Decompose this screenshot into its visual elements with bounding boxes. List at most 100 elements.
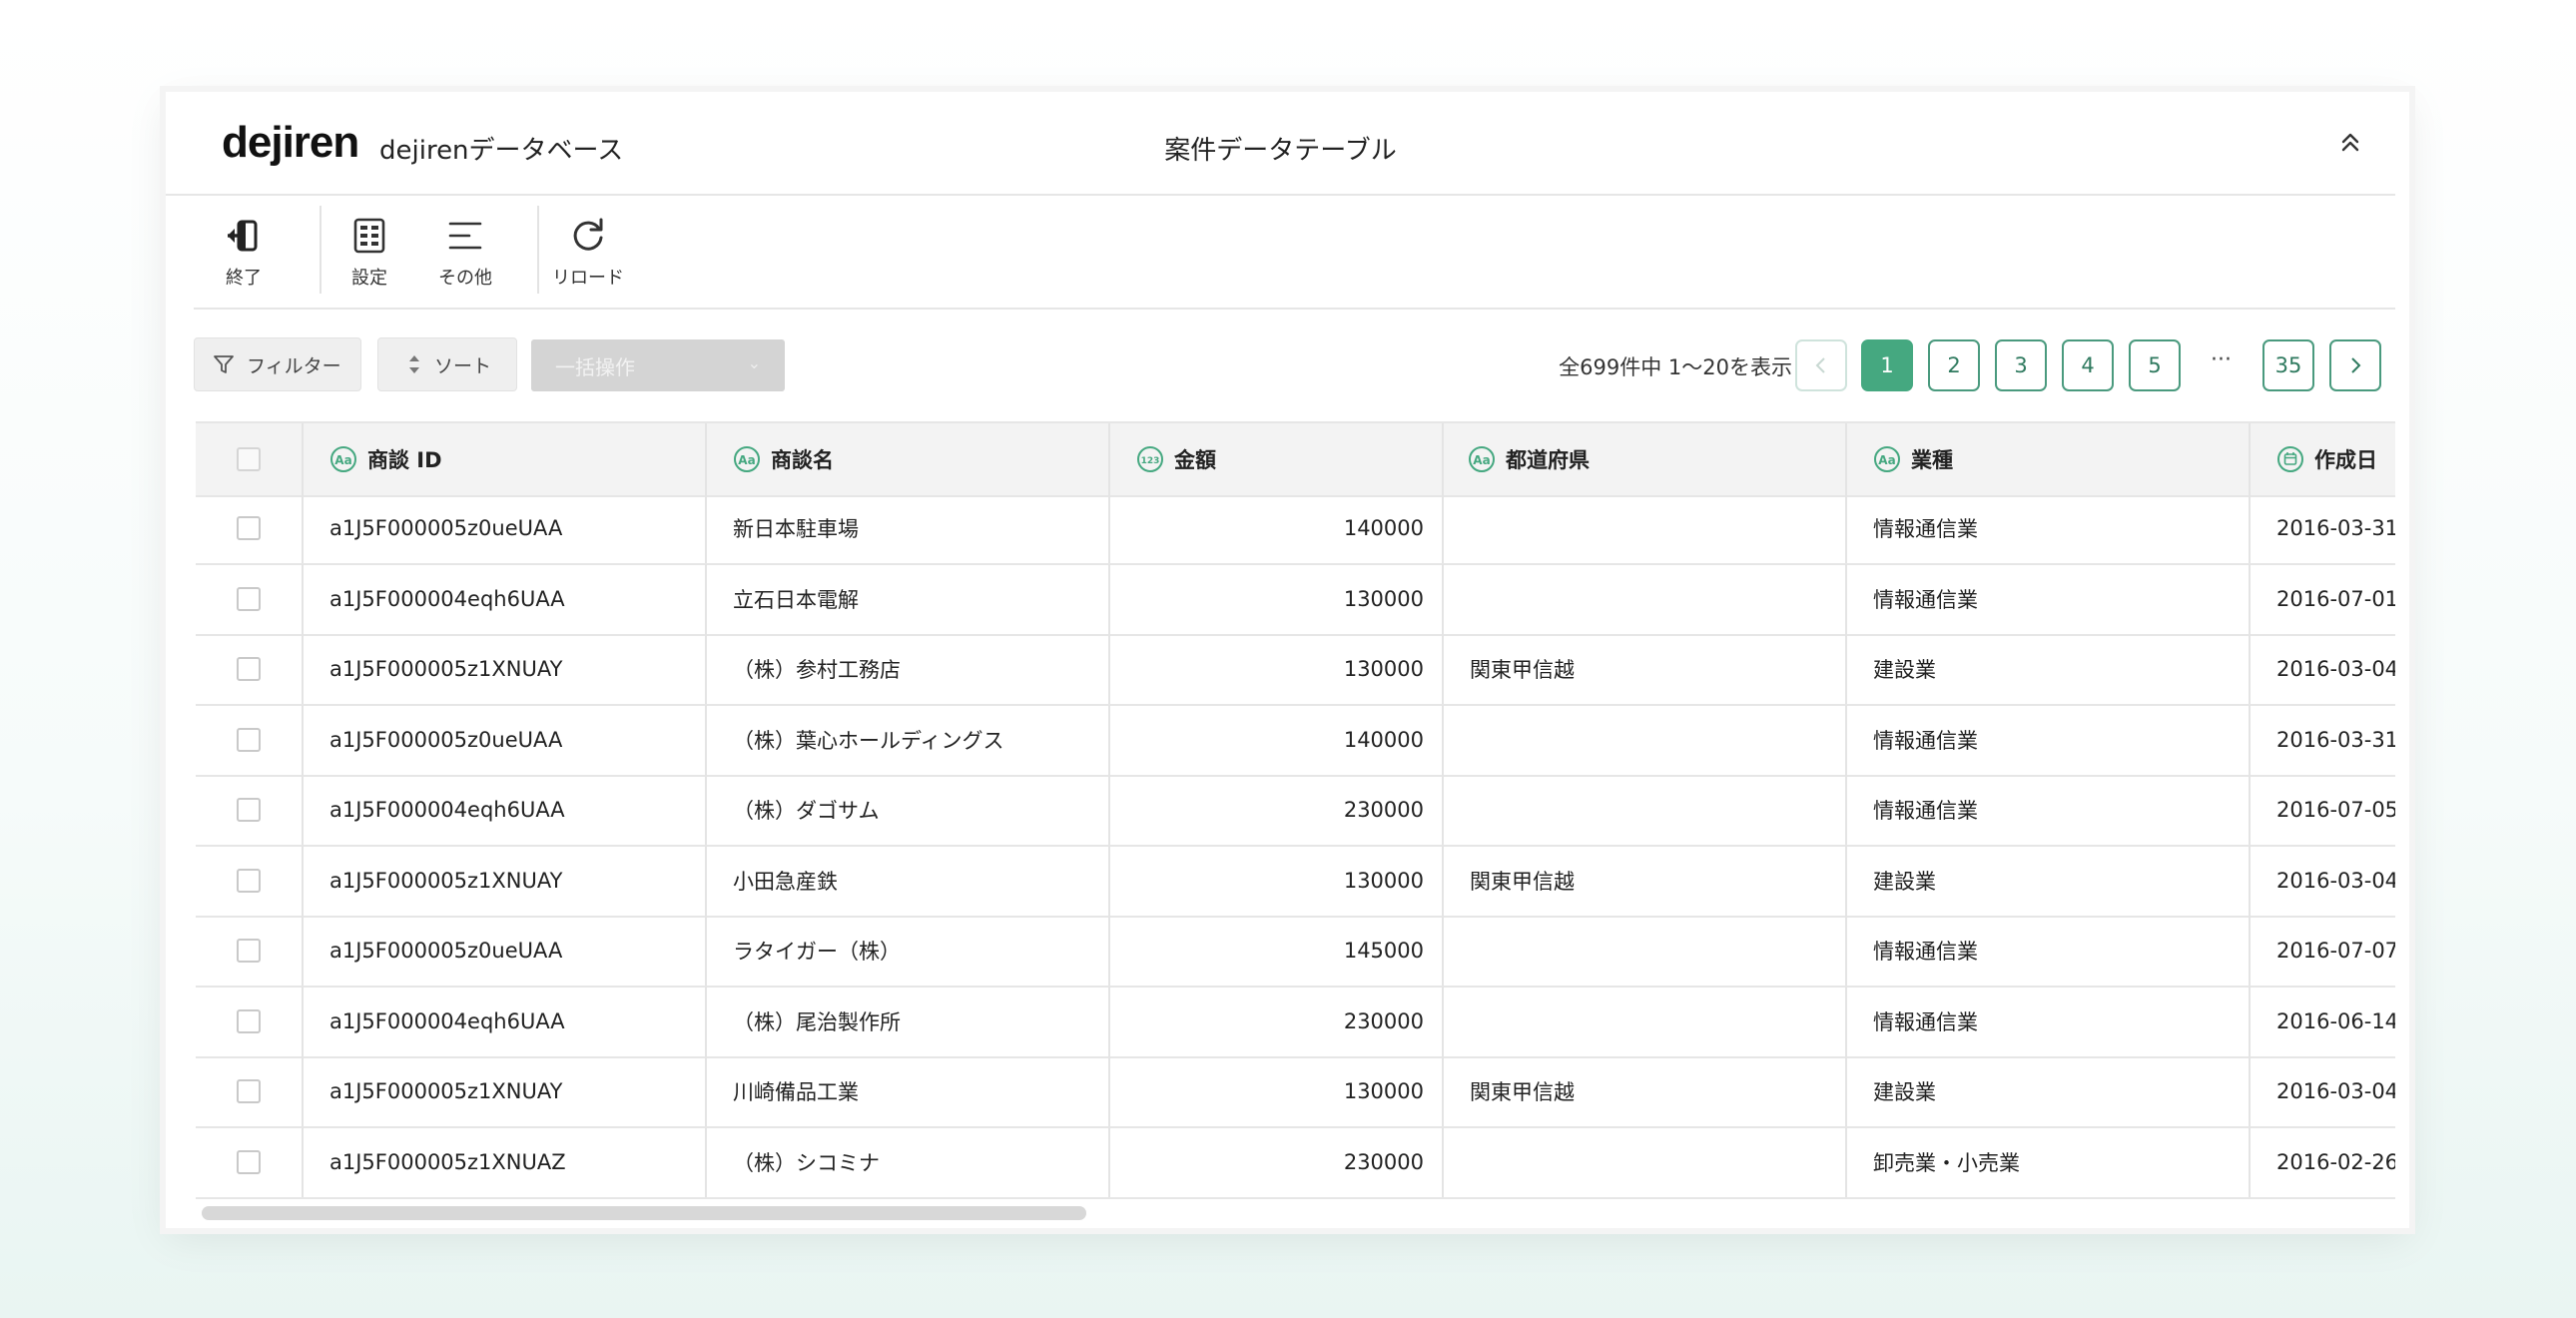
prev-page-button[interactable] — [1795, 339, 1847, 391]
column-header-prefecture[interactable]: Aa 都道府県 — [1442, 423, 1845, 495]
more-button[interactable]: その他 — [415, 214, 515, 290]
cell-deal-name[interactable]: 立石日本電解 — [705, 563, 1108, 634]
cell-amount[interactable]: 140000 — [1108, 493, 1442, 563]
row-checkbox[interactable] — [237, 1079, 261, 1103]
cell-created-date[interactable]: 2016-07-07 — [2249, 916, 2395, 986]
page-1-button[interactable]: 1 — [1861, 339, 1913, 391]
cell-deal-id[interactable]: a1J5F000005z0ueUAA — [302, 704, 705, 775]
row-checkbox[interactable] — [237, 516, 261, 540]
reload-button[interactable]: リロード — [538, 214, 638, 290]
page-last-button[interactable]: 35 — [2262, 339, 2314, 391]
row-checkbox[interactable] — [237, 727, 261, 752]
cell-deal-id[interactable]: a1J5F000005z1XNUAY — [302, 634, 705, 704]
cell-amount[interactable]: 230000 — [1108, 986, 1442, 1056]
cell-deal-id[interactable]: a1J5F000004eqh6UAA — [302, 775, 705, 845]
page-3-button[interactable]: 3 — [1995, 339, 2047, 391]
cell-created-date[interactable]: 2016-03-04 — [2249, 1056, 2395, 1126]
table-row[interactable]: a1J5F000005z0ueUAA 新日本駐車場 140000 情報通信業 2016-… — [196, 493, 2395, 565]
cell-deal-name[interactable]: （株）葉心ホールディングス — [705, 704, 1108, 775]
cell-deal-name[interactable]: （株）ダゴサム — [705, 775, 1108, 845]
horizontal-scrollbar[interactable] — [202, 1206, 1086, 1220]
cell-deal-id[interactable]: a1J5F000004eqh6UAA — [302, 986, 705, 1056]
column-header-industry[interactable]: Aa 業種 — [1845, 423, 2249, 495]
cell-deal-id[interactable]: a1J5F000005z0ueUAA — [302, 493, 705, 563]
row-checkbox[interactable] — [237, 1008, 261, 1033]
cell-prefecture[interactable]: 関東甲信越 — [1442, 634, 1845, 704]
table-row[interactable]: a1J5F000005z1XNUAY 小田急産鉄 130000 関東甲信越 建設業 201… — [196, 845, 2395, 918]
cell-deal-id[interactable]: a1J5F000004eqh6UAA — [302, 563, 705, 634]
cell-industry[interactable]: 情報通信業 — [1845, 704, 2249, 775]
collapse-icon[interactable] — [2335, 128, 2365, 158]
page-2-button[interactable]: 2 — [1928, 339, 1980, 391]
cell-amount[interactable]: 130000 — [1108, 845, 1442, 916]
cell-deal-name[interactable]: （株）シコミナ — [705, 1126, 1108, 1197]
table-row[interactable]: a1J5F000005z0ueUAA ラタイガー（株） 145000 情報通信業 201… — [196, 916, 2395, 988]
cell-created-date[interactable]: 2016-07-01 — [2249, 563, 2395, 634]
page-4-button[interactable]: 4 — [2062, 339, 2114, 391]
cell-prefecture[interactable]: 関東甲信越 — [1442, 1056, 1845, 1126]
row-checkbox[interactable] — [237, 939, 261, 963]
cell-amount[interactable]: 130000 — [1108, 563, 1442, 634]
table-row[interactable]: a1J5F000004eqh6UAA 立石日本電解 130000 情報通信業 2016-… — [196, 563, 2395, 636]
cell-created-date[interactable]: 2016-06-14 — [2249, 986, 2395, 1056]
table-row[interactable]: a1J5F000005z1XNUAY 川崎備品工業 130000 関東甲信越 建設業 20… — [196, 1056, 2395, 1128]
column-header-amount[interactable]: 123 金額 — [1108, 423, 1442, 495]
cell-created-date[interactable]: 2016-03-31 — [2249, 493, 2395, 563]
cell-deal-id[interactable]: a1J5F000005z1XNUAZ — [302, 1126, 705, 1197]
exit-button[interactable]: 終了 — [194, 214, 294, 290]
cell-industry[interactable]: 建設業 — [1845, 1056, 2249, 1126]
cell-created-date[interactable]: 2016-02-26 — [2249, 1126, 2395, 1197]
cell-created-date[interactable]: 2016-03-04 — [2249, 634, 2395, 704]
page-5-button[interactable]: 5 — [2129, 339, 2181, 391]
row-checkbox[interactable] — [237, 1149, 261, 1174]
select-all-checkbox[interactable] — [237, 447, 261, 471]
table-row[interactable]: a1J5F000005z1XNUAY （株）参村工務店 130000 関東甲信越 建設業… — [196, 634, 2395, 706]
cell-deal-id[interactable]: a1J5F000005z1XNUAY — [302, 845, 705, 916]
filter-button[interactable]: フィルター — [194, 337, 361, 391]
cell-industry[interactable]: 卸売業・小売業 — [1845, 1126, 2249, 1197]
cell-industry[interactable]: 情報通信業 — [1845, 493, 2249, 563]
cell-amount[interactable]: 140000 — [1108, 704, 1442, 775]
cell-prefecture[interactable] — [1442, 563, 1845, 634]
cell-prefecture[interactable] — [1442, 916, 1845, 986]
cell-prefecture[interactable] — [1442, 986, 1845, 1056]
next-page-button[interactable] — [2329, 339, 2381, 391]
row-checkbox[interactable] — [237, 657, 261, 681]
cell-amount[interactable]: 145000 — [1108, 916, 1442, 986]
cell-deal-name[interactable]: 新日本駐車場 — [705, 493, 1108, 563]
cell-deal-id[interactable]: a1J5F000005z1XNUAY — [302, 1056, 705, 1126]
cell-created-date[interactable]: 2016-07-05 — [2249, 775, 2395, 845]
row-checkbox[interactable] — [237, 798, 261, 822]
table-row[interactable]: a1J5F000005z1XNUAZ （株）シコミナ 230000 卸売業・小売業 20… — [196, 1126, 2395, 1199]
table-row[interactable]: a1J5F000005z0ueUAA （株）葉心ホールディングス 140000 情報通… — [196, 704, 2395, 777]
cell-industry[interactable]: 建設業 — [1845, 634, 2249, 704]
table-row[interactable]: a1J5F000004eqh6UAA （株）尾治製作所 230000 情報通信業 201… — [196, 986, 2395, 1058]
cell-industry[interactable]: 情報通信業 — [1845, 986, 2249, 1056]
cell-deal-name[interactable]: 小田急産鉄 — [705, 845, 1108, 916]
cell-industry[interactable]: 情報通信業 — [1845, 563, 2249, 634]
cell-industry[interactable]: 情報通信業 — [1845, 775, 2249, 845]
cell-deal-id[interactable]: a1J5F000005z0ueUAA — [302, 916, 705, 986]
sort-button[interactable]: ソート — [377, 337, 517, 391]
cell-prefecture[interactable] — [1442, 493, 1845, 563]
bulk-action-select[interactable]: 一括操作 ⌄ — [531, 339, 785, 391]
settings-button[interactable]: 設定 — [320, 214, 419, 290]
cell-prefecture[interactable] — [1442, 704, 1845, 775]
column-header-created-date[interactable]: 作成日 — [2249, 423, 2395, 495]
cell-created-date[interactable]: 2016-03-31 — [2249, 704, 2395, 775]
cell-deal-name[interactable]: （株）尾治製作所 — [705, 986, 1108, 1056]
cell-deal-name[interactable]: ラタイガー（株） — [705, 916, 1108, 986]
cell-industry[interactable]: 情報通信業 — [1845, 916, 2249, 986]
cell-amount[interactable]: 130000 — [1108, 1056, 1442, 1126]
row-checkbox[interactable] — [237, 868, 261, 893]
cell-deal-name[interactable]: （株）参村工務店 — [705, 634, 1108, 704]
row-checkbox[interactable] — [237, 586, 261, 611]
cell-prefecture[interactable] — [1442, 1126, 1845, 1197]
cell-amount[interactable]: 230000 — [1108, 1126, 1442, 1197]
cell-amount[interactable]: 130000 — [1108, 634, 1442, 704]
cell-deal-name[interactable]: 川崎備品工業 — [705, 1056, 1108, 1126]
cell-created-date[interactable]: 2016-03-04 — [2249, 845, 2395, 916]
cell-amount[interactable]: 230000 — [1108, 775, 1442, 845]
cell-prefecture[interactable] — [1442, 775, 1845, 845]
table-row[interactable]: a1J5F000004eqh6UAA （株）ダゴサム 230000 情報通信業 2016… — [196, 775, 2395, 847]
